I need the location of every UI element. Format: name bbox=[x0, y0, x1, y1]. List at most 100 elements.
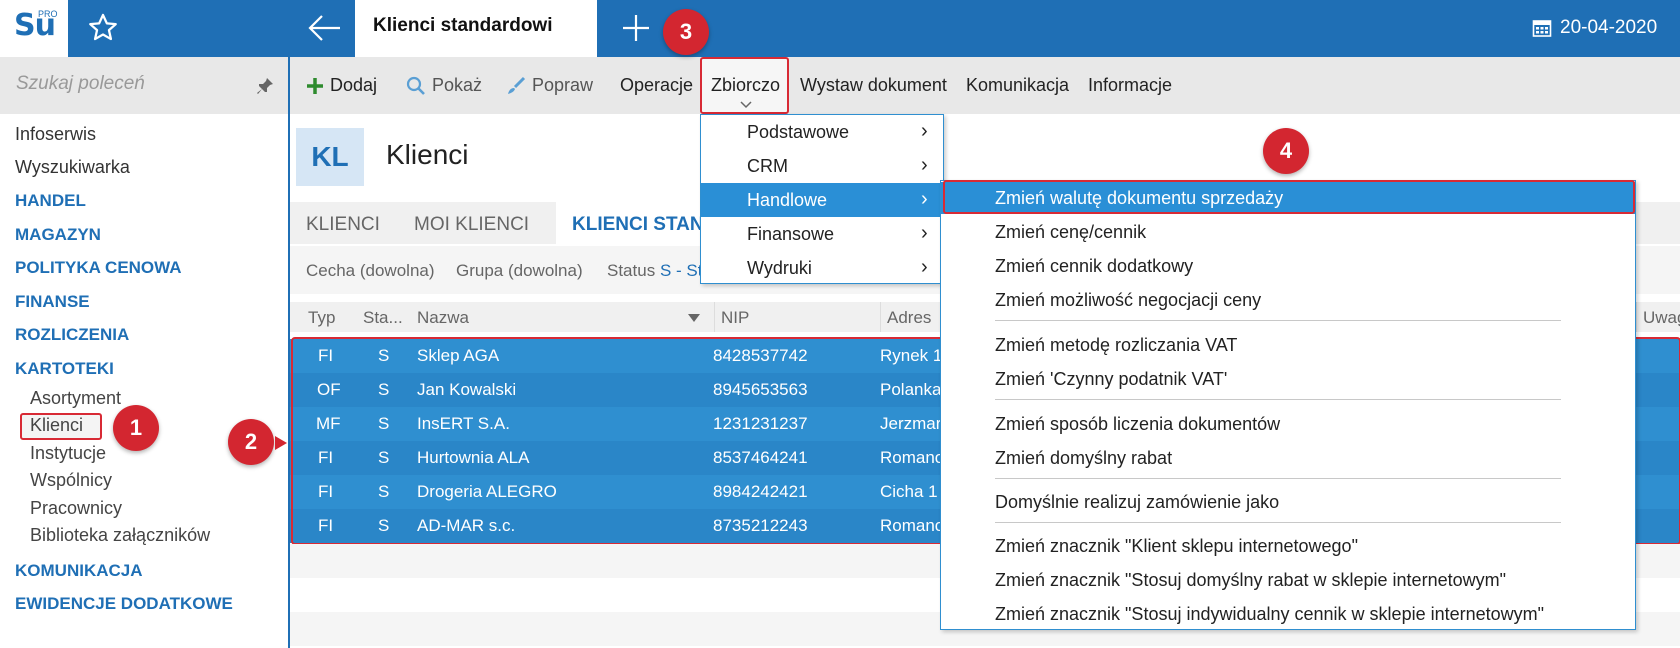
menu-item-label: Zmień cenę/cennik bbox=[995, 222, 1147, 242]
app-logo[interactable]: Su PRO bbox=[0, 0, 68, 57]
sidebar-item-biblioteka[interactable]: Biblioteka załączników bbox=[30, 525, 210, 546]
sidebar-section-polityka-cenowa[interactable]: POLITYKA CENOWA bbox=[15, 258, 182, 278]
menu-item-zmien-cennik-dodatkowy[interactable]: Zmień cennik dodatkowy bbox=[941, 250, 1635, 282]
sidebar-item-asortyment[interactable]: Asortyment bbox=[30, 388, 121, 409]
sidebar-item-wspolnicy[interactable]: Wspólnicy bbox=[30, 470, 112, 491]
star-icon[interactable] bbox=[86, 11, 120, 45]
subtab-klienci[interactable]: KLIENCI bbox=[306, 214, 380, 236]
cell-nazwa: Drogeria ALEGRO bbox=[417, 482, 557, 501]
cell-adres: Cicha 1 bbox=[880, 482, 938, 501]
operations-menu[interactable]: Operacje bbox=[620, 75, 693, 96]
column-nazwa[interactable]: Nazwa bbox=[417, 308, 469, 328]
sidebar-section-kartoteki[interactable]: KARTOTEKI bbox=[15, 359, 114, 379]
sidebar-section-komunikacja[interactable]: KOMUNIKACJA bbox=[15, 561, 143, 581]
search-input[interactable]: Szukaj poleceń bbox=[16, 73, 145, 95]
sort-down-icon[interactable] bbox=[688, 314, 700, 322]
cell-nazwa: Jan Kowalski bbox=[417, 380, 517, 399]
menu-item-klient-sklepu[interactable]: Zmień znacznik "Klient sklepu internetow… bbox=[941, 530, 1635, 562]
column-uwagi[interactable]: Uwag bbox=[1636, 302, 1680, 332]
menu-item-label: Wydruki bbox=[747, 258, 812, 278]
edit-button[interactable]: Popraw bbox=[506, 75, 593, 96]
sidebar-item-wyszukiwarka[interactable]: Wyszukiwarka bbox=[15, 157, 130, 178]
pin-icon[interactable] bbox=[256, 77, 274, 95]
menu-item-zmien-negocjacje[interactable]: Zmień możliwość negocjacji ceny bbox=[941, 284, 1635, 316]
menu-item-label: Zmień znacznik "Stosuj indywidualny cenn… bbox=[995, 604, 1545, 624]
tab-klienci-standardowi[interactable]: Klienci standardowi bbox=[355, 0, 597, 57]
menu-item-label: CRM bbox=[747, 156, 788, 176]
chevron-right-icon: › bbox=[921, 256, 928, 278]
command-search[interactable]: Szukaj poleceń bbox=[0, 57, 288, 114]
date-display[interactable]: 20-04-2020 bbox=[1532, 14, 1657, 42]
cell-typ: FI bbox=[318, 346, 334, 365]
column-typ[interactable]: Typ bbox=[308, 308, 335, 328]
menu-item-label: Finansowe bbox=[747, 224, 835, 244]
menu-item-label: Zmień 'Czynny podatnik VAT' bbox=[995, 369, 1228, 389]
cell-nip: 1231231237 bbox=[713, 414, 808, 433]
sidebar-section-handel[interactable]: HANDEL bbox=[15, 191, 86, 211]
communication-menu[interactable]: Komunikacja bbox=[966, 75, 1069, 96]
subtab-klienci-standardowi[interactable]: KLIENCI STAN bbox=[572, 214, 704, 236]
menu-item-zmien-cene[interactable]: Zmień cenę/cennik bbox=[941, 216, 1635, 248]
cell-nazwa: InsERT S.A. bbox=[417, 414, 510, 433]
brush-icon bbox=[508, 76, 526, 94]
cell-status: S bbox=[378, 482, 390, 501]
show-button[interactable]: Pokaż bbox=[406, 75, 482, 96]
menu-item-finansowe[interactable]: Finansowe › bbox=[701, 217, 943, 251]
plus-icon bbox=[307, 77, 323, 94]
edit-label: Popraw bbox=[532, 75, 594, 95]
filter-group[interactable]: Grupa (dowolna) bbox=[456, 261, 583, 281]
menu-item-crm[interactable]: CRM › bbox=[701, 149, 943, 183]
sidebar-section-ewidencje[interactable]: EWIDENCJE DODATKOWE bbox=[15, 594, 233, 614]
collective-menu-button[interactable]: Zbiorczo bbox=[700, 57, 789, 114]
callout-2-pointer bbox=[275, 436, 287, 450]
issue-document-menu[interactable]: Wystaw dokument bbox=[800, 75, 947, 96]
sidebar-item-klienci[interactable]: Klienci bbox=[30, 415, 83, 436]
sidebar-section-magazyn[interactable]: MAGAZYN bbox=[15, 225, 101, 245]
menu-separator bbox=[995, 399, 1561, 400]
back-arrow-icon[interactable] bbox=[306, 12, 342, 44]
tab-title: Klienci standardowi bbox=[373, 15, 553, 36]
menu-separator bbox=[995, 522, 1561, 523]
sidebar-item-instytucje[interactable]: Instytucje bbox=[30, 443, 106, 464]
date-text: 20-04-2020 bbox=[1560, 17, 1658, 38]
menu-item-domyslny-rabat-sklep[interactable]: Zmień znacznik "Stosuj domyślny rabat w … bbox=[941, 564, 1635, 596]
cell-nazwa: Hurtownia ALA bbox=[417, 448, 530, 467]
menu-item-wydruki[interactable]: Wydruki › bbox=[701, 251, 943, 285]
cell-typ: FI bbox=[318, 482, 334, 501]
menu-separator bbox=[995, 478, 1561, 479]
menu-item-realizuj-zamowienie[interactable]: Domyślnie realizuj zamówienie jako bbox=[941, 486, 1635, 518]
menu-item-indywidualny-cennik[interactable]: Zmień znacznik "Stosuj indywidualny cenn… bbox=[941, 598, 1635, 630]
menu-item-handlowe[interactable]: Handlowe › bbox=[701, 183, 943, 217]
filter-status[interactable]: Status S - St bbox=[607, 261, 702, 281]
sidebar-item-infoserwis[interactable]: Infoserwis bbox=[15, 124, 96, 145]
menu-item-label: Domyślnie realizuj zamówienie jako bbox=[995, 492, 1280, 512]
column-adres[interactable]: Adres bbox=[880, 302, 931, 332]
menu-item-label: Zmień domyślny rabat bbox=[995, 448, 1173, 468]
column-status[interactable]: Sta... bbox=[363, 308, 403, 328]
sidebar-section-rozliczenia[interactable]: ROZLICZENIA bbox=[15, 325, 129, 345]
column-nip[interactable]: NIP bbox=[714, 302, 749, 332]
filter-feature[interactable]: Cecha (dowolna) bbox=[306, 261, 435, 281]
calendar-icon bbox=[1532, 20, 1552, 37]
add-label: Dodaj bbox=[330, 75, 378, 95]
menu-item-podstawowe[interactable]: Podstawowe › bbox=[701, 115, 943, 149]
menu-item-label: Podstawowe bbox=[747, 122, 850, 142]
show-label: Pokaż bbox=[432, 75, 483, 95]
menu-item-domyslny-rabat[interactable]: Zmień domyślny rabat bbox=[941, 442, 1635, 474]
menu-item-zmien-metode-vat[interactable]: Zmień metodę rozliczania VAT bbox=[941, 329, 1635, 361]
filter-status-value: S - St bbox=[659, 261, 703, 280]
menu-item-czynny-podatnik[interactable]: Zmień 'Czynny podatnik VAT' bbox=[941, 363, 1635, 395]
cell-adres: Romano bbox=[880, 448, 945, 467]
subtab-moi-klienci[interactable]: MOI KLIENCI bbox=[414, 214, 529, 236]
sidebar-item-pracownicy[interactable]: Pracownicy bbox=[30, 498, 122, 519]
cell-typ: FI bbox=[318, 448, 334, 467]
new-tab-plus-icon[interactable] bbox=[620, 12, 652, 44]
add-button[interactable]: Dodaj bbox=[306, 75, 377, 96]
filter-status-label: Status bbox=[607, 261, 656, 280]
menu-item-sposob-liczenia[interactable]: Zmień sposób liczenia dokumentów bbox=[941, 408, 1635, 440]
cell-nazwa: AD-MAR s.c. bbox=[417, 516, 516, 535]
cell-nip: 8428537742 bbox=[713, 346, 808, 365]
information-menu[interactable]: Informacje bbox=[1088, 75, 1172, 96]
sidebar-section-finanse[interactable]: FINANSE bbox=[15, 292, 90, 312]
menu-item-label: Zmień cennik dodatkowy bbox=[995, 256, 1194, 276]
